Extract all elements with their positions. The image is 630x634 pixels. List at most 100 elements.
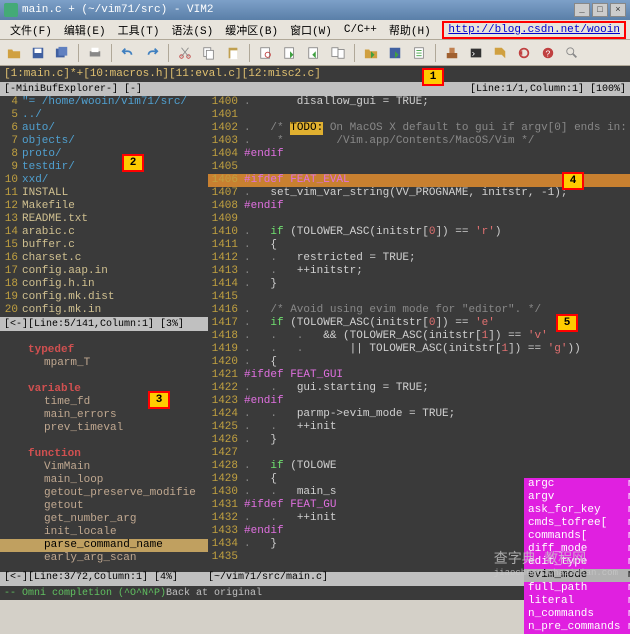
script-icon[interactable] [409, 43, 429, 63]
popup-item[interactable]: literalm int@@; /* don [524, 595, 630, 608]
menu-tools[interactable]: 工具(T) [112, 20, 166, 40]
cut-icon[interactable] [175, 43, 195, 63]
code-line[interactable]: 1428. if (TOLOWE [208, 460, 630, 473]
tree-row[interactable]: 16charset.c [0, 252, 208, 265]
popup-item[interactable]: commands[m char_u*@@[MAX_ARG_ [524, 530, 630, 543]
code-line[interactable]: 1402. /* TODO: On MacOS X default to gui… [208, 122, 630, 135]
save-icon[interactable] [28, 43, 48, 63]
file-tree[interactable]: 2 4"= /home/wooin/vim71/src/5../6auto/7o… [0, 96, 208, 317]
tab-list[interactable]: [1:main.c]*+[10:macros.h][11:eval.c][12:… [4, 68, 321, 80]
banner-url[interactable]: http://blog.csdn.net/wooin [442, 21, 626, 39]
saveall-icon[interactable] [52, 43, 72, 63]
outline-item[interactable]: getout [0, 500, 208, 513]
popup-item[interactable]: ask_for_keym int@@; /* -x [524, 504, 630, 517]
find-icon[interactable] [256, 43, 276, 63]
outline-item[interactable]: early_arg_scan [0, 552, 208, 565]
tree-row[interactable]: 4"= /home/wooin/vim71/src/ [0, 96, 208, 109]
session-save-icon[interactable] [385, 43, 405, 63]
code-line[interactable]: 1422. . gui.starting = TRUE; [208, 382, 630, 395]
code-line[interactable]: 1413. . ++initstr; [208, 265, 630, 278]
code-line[interactable]: 1401 [208, 109, 630, 122]
tree-row[interactable]: 6auto/ [0, 122, 208, 135]
session-load-icon[interactable] [361, 43, 381, 63]
outline-item[interactable]: mparm_T [0, 357, 208, 370]
outline-item[interactable]: main_loop [0, 474, 208, 487]
outline-item[interactable]: parse_command_name [0, 539, 208, 552]
code-pane[interactable]: 1400. disallow_gui = TRUE;14011402. /* T… [208, 96, 630, 586]
code-line[interactable]: 1423#endif [208, 395, 630, 408]
help-icon[interactable]: ? [538, 43, 558, 63]
jump-back-icon[interactable] [514, 43, 534, 63]
menu-cpp[interactable]: C/C++ [338, 22, 383, 38]
tree-row[interactable]: 19config.mk.dist [0, 291, 208, 304]
code-line[interactable]: 1419. . . || TOLOWER_ASC(initstr[1]) == … [208, 343, 630, 356]
popup-item[interactable]: n_pre_commandsm int@@; /* no. [524, 621, 630, 634]
outline-item[interactable]: get_number_arg [0, 513, 208, 526]
outline-item[interactable]: init_locale [0, 526, 208, 539]
findhelp-icon[interactable] [562, 43, 582, 63]
code-line[interactable]: 1403. * /Vim.app/Contents/MacOS/Vim */ [208, 135, 630, 148]
outline-item[interactable]: getout_preserve_modifie [0, 487, 208, 500]
tree-row[interactable]: 18config.h.in [0, 278, 208, 291]
code-line[interactable]: 1426. } [208, 434, 630, 447]
menu-edit[interactable]: 编辑(E) [58, 20, 112, 40]
popup-item[interactable]: full_pathm int@@; [524, 582, 630, 595]
menu-window[interactable]: 窗口(W) [284, 20, 338, 40]
close-button[interactable]: × [610, 3, 626, 17]
popup-item[interactable]: n_commandsm int@@; /* no. [524, 608, 630, 621]
menu-file[interactable]: 文件(F) [4, 20, 58, 40]
shell-icon[interactable] [466, 43, 486, 63]
redo-icon[interactable] [142, 43, 162, 63]
code-line[interactable]: 1424. . parmp->evim_mode = TRUE; [208, 408, 630, 421]
tree-row[interactable]: 7objects/ [0, 135, 208, 148]
popup-item[interactable]: argvm char **@@; - src/mai [524, 491, 630, 504]
code-line[interactable]: 1414. } [208, 278, 630, 291]
undo-icon[interactable] [118, 43, 138, 63]
tree-row[interactable]: 15buffer.c [0, 239, 208, 252]
popup-item[interactable]: cmds_tofree[m char_u@@[MAX_ARG_C [524, 517, 630, 530]
menu-help[interactable]: 帮助(H) [383, 20, 437, 40]
minimize-button[interactable]: _ [574, 3, 590, 17]
tree-row[interactable]: 8proto/ [0, 148, 208, 161]
tree-row[interactable]: 11INSTALL [0, 187, 208, 200]
tree-row[interactable]: 17config.aap.in [0, 265, 208, 278]
tree-row[interactable]: 20config.mk.in [0, 304, 208, 317]
findprev-icon[interactable] [304, 43, 324, 63]
outline-item[interactable]: VimMain [0, 461, 208, 474]
make-icon[interactable] [442, 43, 462, 63]
tree-row[interactable]: 12Makefile [0, 200, 208, 213]
outline-pane[interactable]: 3 typedefmparm_Tvariabletime_fdmain_erro… [0, 331, 208, 586]
code-line[interactable]: 1425. . ++init [208, 421, 630, 434]
tab-line[interactable]: [1:main.c]*+[10:macros.h][11:eval.c][12:… [0, 66, 630, 82]
outline-item[interactable]: prev_timeval [0, 422, 208, 435]
tree-row[interactable]: 10xxd/ [0, 174, 208, 187]
code-line[interactable]: 1427 [208, 447, 630, 460]
maximize-button[interactable]: □ [592, 3, 608, 17]
menu-buffers[interactable]: 缓冲区(B) [219, 20, 284, 40]
popup-item[interactable]: argcm int@@; - src/mai [524, 478, 630, 491]
outline-item[interactable]: time_fd [0, 396, 208, 409]
code-line[interactable]: 1400. disallow_gui = TRUE; [208, 96, 630, 109]
code-line[interactable]: 1408#endif [208, 200, 630, 213]
open-icon[interactable] [4, 43, 24, 63]
code-line[interactable]: 1421#ifdef FEAT_GUI [208, 369, 630, 382]
tree-row[interactable]: 5../ [0, 109, 208, 122]
tree-row[interactable]: 9testdir/ [0, 161, 208, 174]
tree-row[interactable]: 13README.txt [0, 213, 208, 226]
paste-icon[interactable] [223, 43, 243, 63]
code-line[interactable]: 1409 [208, 213, 630, 226]
code-line[interactable]: 1412. . restricted = TRUE; [208, 252, 630, 265]
code-line[interactable]: 1420. { [208, 356, 630, 369]
tree-row[interactable]: 14arabic.c [0, 226, 208, 239]
code-line[interactable]: 1415 [208, 291, 630, 304]
print-icon[interactable] [85, 43, 105, 63]
outline-item[interactable]: main_errors [0, 409, 208, 422]
ctags-icon[interactable] [490, 43, 510, 63]
code-line[interactable]: 1404#endif [208, 148, 630, 161]
code-line[interactable]: 1410. if (TOLOWER_ASC(initstr[0]) == 'r'… [208, 226, 630, 239]
replace-icon[interactable] [328, 43, 348, 63]
copy-icon[interactable] [199, 43, 219, 63]
code-line[interactable]: 1411. { [208, 239, 630, 252]
findnext-icon[interactable] [280, 43, 300, 63]
menu-syntax[interactable]: 语法(S) [165, 20, 219, 40]
